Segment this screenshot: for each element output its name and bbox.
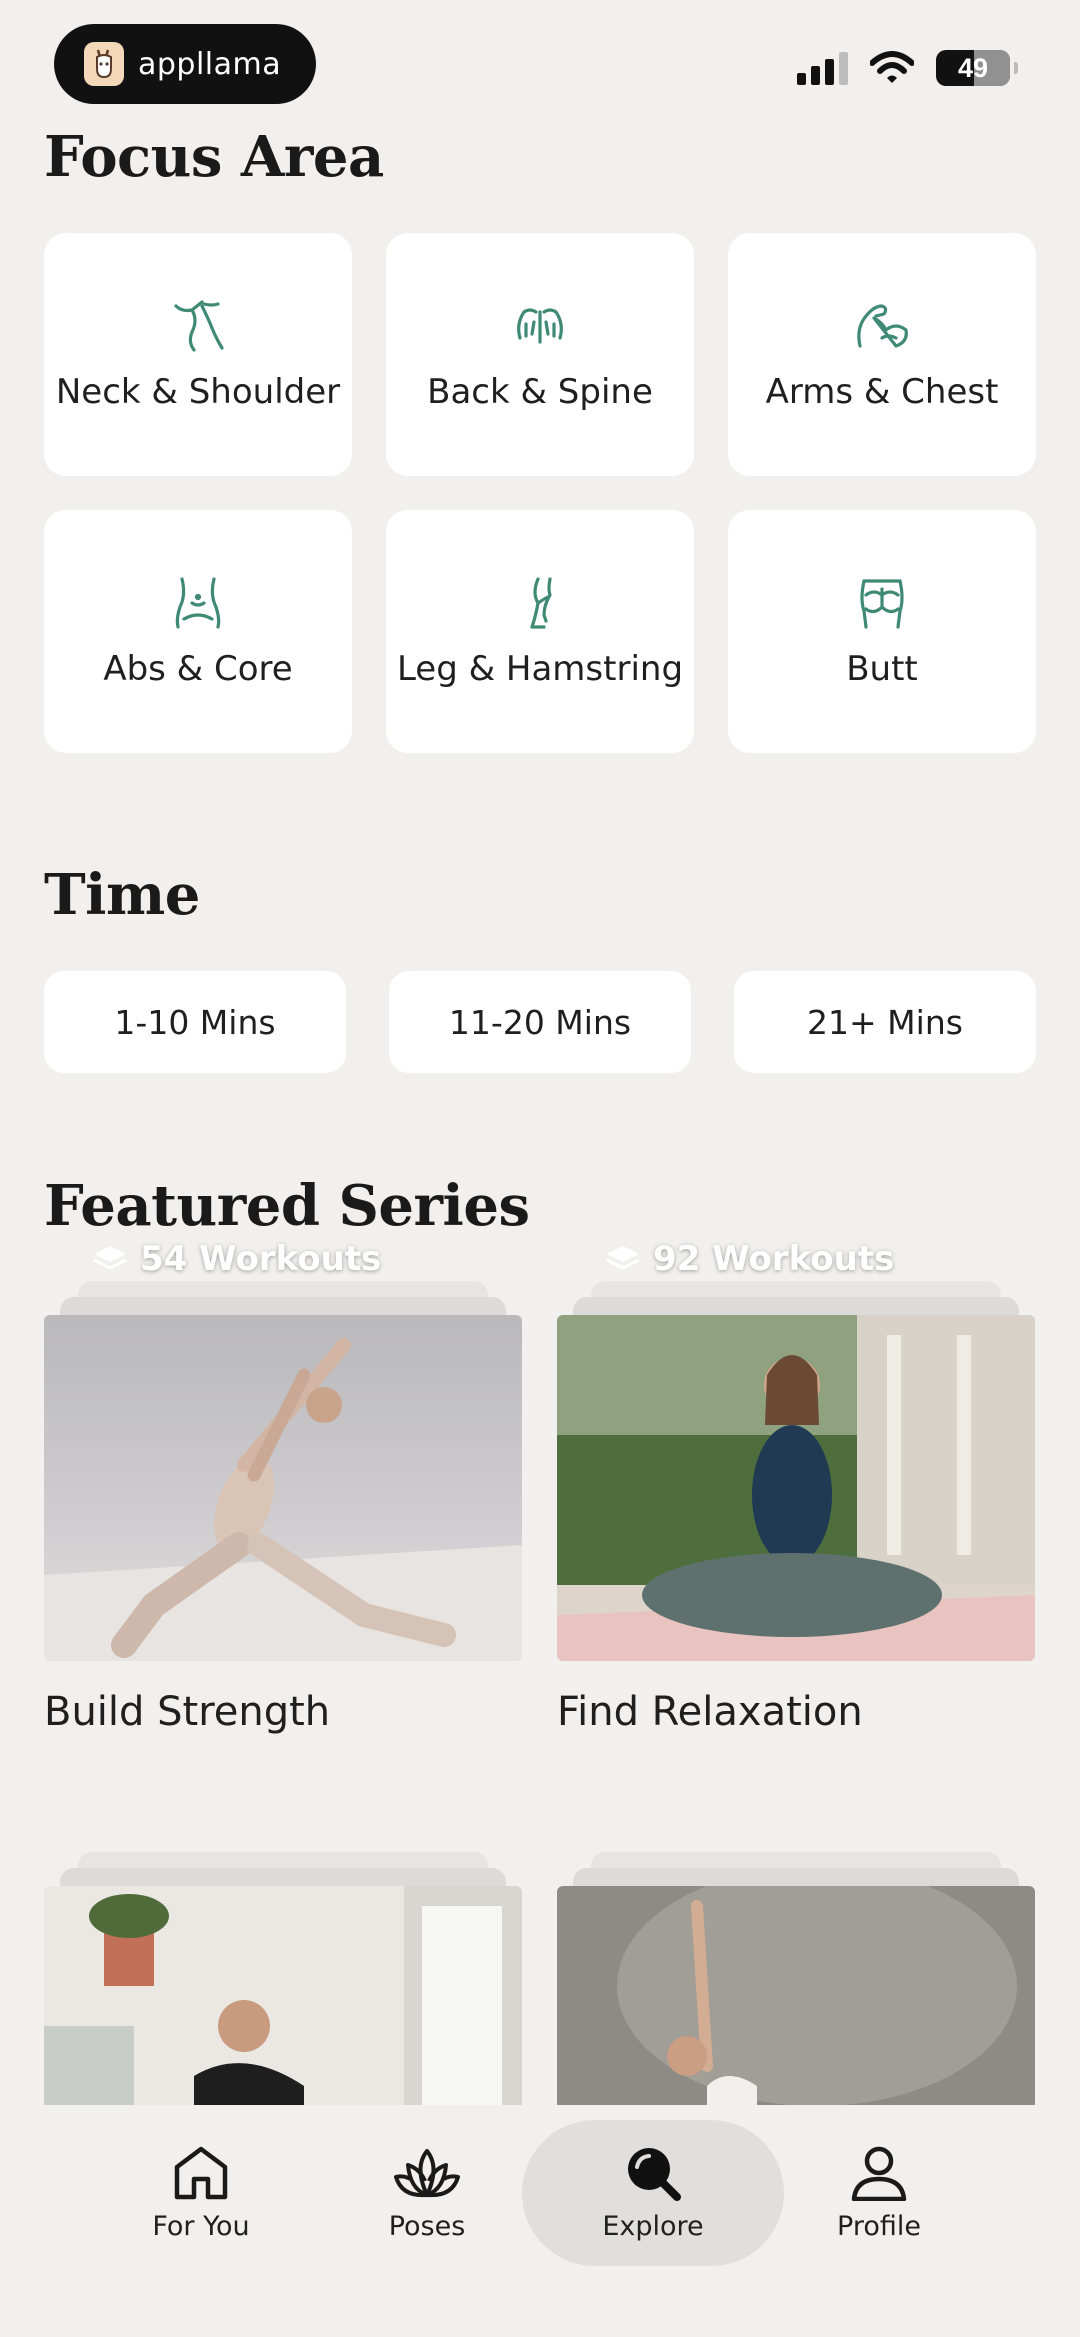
focus-card-neck-shoulder[interactable]: Neck & Shoulder bbox=[44, 233, 352, 476]
app-name: appllama bbox=[138, 46, 282, 82]
series-photo bbox=[44, 1886, 522, 2116]
tab-profile[interactable]: Profile bbox=[784, 2145, 974, 2242]
butt-icon bbox=[860, 578, 904, 629]
home-icon bbox=[174, 2146, 228, 2200]
leg-hamstring-icon bbox=[530, 576, 552, 629]
tab-explore[interactable]: Explore bbox=[558, 2145, 748, 2242]
arms-chest-icon bbox=[857, 303, 908, 348]
featured-series-title: Featured Series bbox=[44, 1173, 530, 1239]
tab-poses[interactable]: Poses bbox=[332, 2145, 522, 2242]
series-title: Find Relaxation bbox=[557, 1689, 863, 1735]
wifi-icon bbox=[870, 51, 914, 83]
focus-card-back-spine[interactable]: Back & Spine bbox=[386, 233, 694, 476]
focus-area-title: Focus Area bbox=[44, 124, 384, 190]
series-count: 92 Workouts bbox=[605, 1239, 894, 1279]
layers-icon bbox=[606, 1246, 640, 1270]
series-photo bbox=[557, 1886, 1035, 2116]
bottom-tab-bar: For You Poses Explore Profile bbox=[0, 2105, 1080, 2337]
series-photo bbox=[557, 1315, 1035, 1661]
cellular-signal-icon bbox=[797, 51, 848, 85]
series-photo bbox=[44, 1315, 522, 1661]
focus-card-leg-hamstring[interactable]: Leg & Hamstring bbox=[386, 510, 694, 753]
focus-card-abs-core[interactable]: Abs & Core bbox=[44, 510, 352, 753]
back-spine-icon bbox=[517, 307, 563, 344]
focus-card-butt[interactable]: Butt bbox=[728, 510, 1036, 753]
neck-shoulder-icon bbox=[174, 299, 224, 352]
search-icon bbox=[628, 2148, 681, 2201]
series-count: 54 Workouts bbox=[92, 1239, 381, 1279]
person-icon bbox=[851, 2146, 907, 2201]
llama-logo-icon bbox=[84, 42, 124, 86]
time-option-11-20[interactable]: 11-20 Mins bbox=[389, 971, 691, 1073]
layers-icon bbox=[93, 1246, 127, 1270]
lotus-icon bbox=[394, 2149, 460, 2198]
app-badge[interactable]: appllama bbox=[54, 24, 316, 104]
abs-core-icon bbox=[175, 576, 221, 629]
time-option-1-10[interactable]: 1-10 Mins bbox=[44, 971, 346, 1073]
time-title: Time bbox=[44, 862, 200, 928]
focus-card-arms-chest[interactable]: Arms & Chest bbox=[728, 233, 1036, 476]
tab-for-you[interactable]: For You bbox=[106, 2145, 296, 2242]
series-title: Build Strength bbox=[44, 1689, 331, 1735]
time-option-21-plus[interactable]: 21+ Mins bbox=[734, 971, 1036, 1073]
battery-indicator: 49 bbox=[936, 50, 1018, 86]
